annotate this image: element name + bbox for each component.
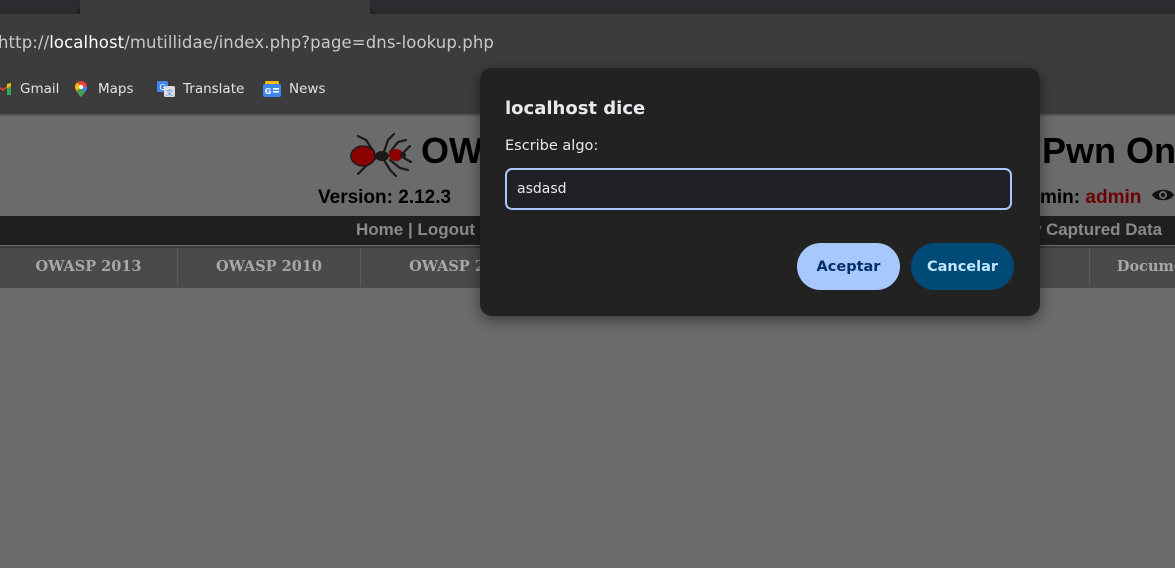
dialog-title: localhost dice xyxy=(505,98,646,119)
bookmark-label: Translate xyxy=(183,81,245,97)
translate-icon: G 文 xyxy=(157,80,175,98)
news-icon: G xyxy=(263,80,281,98)
version-label: Version: 2.12.3 xyxy=(318,187,452,208)
bookmark-translate[interactable]: G 文 Translate xyxy=(157,79,244,99)
bookmark-maps[interactable]: Maps xyxy=(72,79,134,99)
admin-username: admin xyxy=(1085,187,1142,209)
browser-tab[interactable] xyxy=(0,0,80,14)
browser-tab[interactable] xyxy=(370,0,1175,14)
prompt-input[interactable] xyxy=(505,168,1012,210)
active-browser-tab[interactable] xyxy=(80,0,370,14)
bookmark-label: Maps xyxy=(98,81,134,97)
bookmark-label: News xyxy=(289,81,326,97)
eye-icon[interactable] xyxy=(1151,187,1175,209)
screen: http://localhost/mutillidae/index.php?pa… xyxy=(0,0,1175,568)
prompt-dialog: localhost dice Escribe algo: Aceptar Can… xyxy=(480,68,1040,316)
svg-text:G: G xyxy=(159,83,165,92)
url-prefix: http:// xyxy=(0,33,50,52)
bookmark-news[interactable]: G News xyxy=(263,79,325,99)
url-host: localhost xyxy=(49,33,125,52)
dialog-message: Escribe algo: xyxy=(505,138,599,154)
bookmark-label: Gmail xyxy=(20,81,60,97)
cancel-button[interactable]: Cancelar xyxy=(911,243,1014,290)
menu-documentation[interactable]: Docume xyxy=(1089,248,1175,286)
maps-icon xyxy=(72,80,90,98)
nav-view-captured-data[interactable]: w Captured Data xyxy=(1028,220,1162,240)
page-title-left: OW xyxy=(421,130,483,171)
tab-strip xyxy=(0,0,1175,14)
page-title-right: Pwn On xyxy=(1042,130,1175,171)
ant-logo-icon xyxy=(350,132,413,183)
logged-in-user: min: admin xyxy=(1040,187,1175,209)
url-path: /mutillidae/index.php?page=dns-lookup.ph… xyxy=(124,33,494,52)
menu-owasp-2010[interactable]: OWASP 2010 xyxy=(178,248,361,286)
svg-text:文: 文 xyxy=(166,88,173,97)
url-text[interactable]: http://localhost/mutillidae/index.php?pa… xyxy=(0,33,494,52)
gmail-icon xyxy=(0,80,12,98)
admin-label: min: xyxy=(1040,187,1086,209)
accept-button[interactable]: Aceptar xyxy=(797,243,900,290)
menu-owasp-2013[interactable]: OWASP 2013 xyxy=(0,248,178,286)
svg-text:G: G xyxy=(265,87,272,96)
nav-home-logout[interactable]: Home | Logout | xyxy=(356,220,485,240)
bookmark-gmail[interactable]: Gmail xyxy=(0,79,59,99)
